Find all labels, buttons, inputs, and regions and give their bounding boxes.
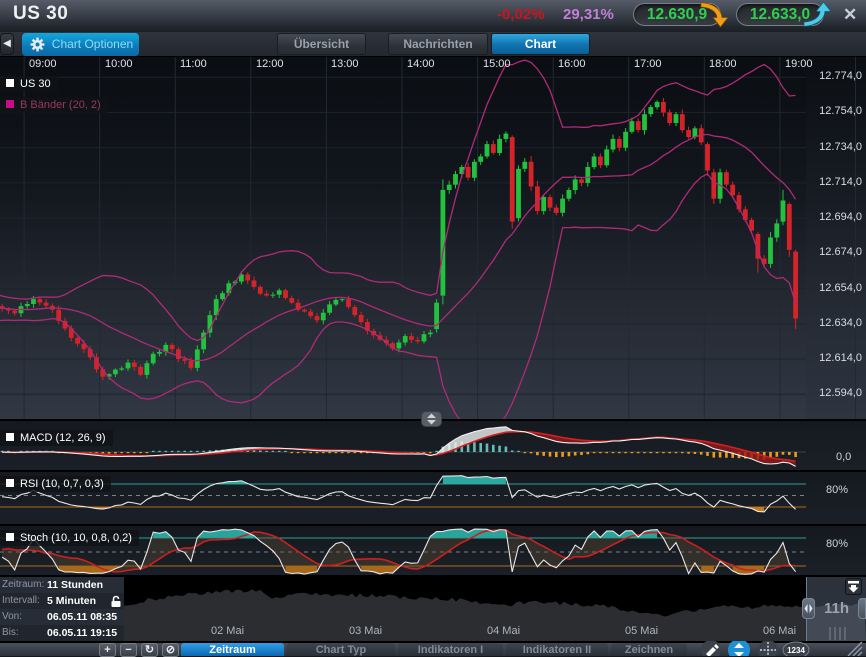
svg-text:1234: 1234	[787, 646, 805, 655]
